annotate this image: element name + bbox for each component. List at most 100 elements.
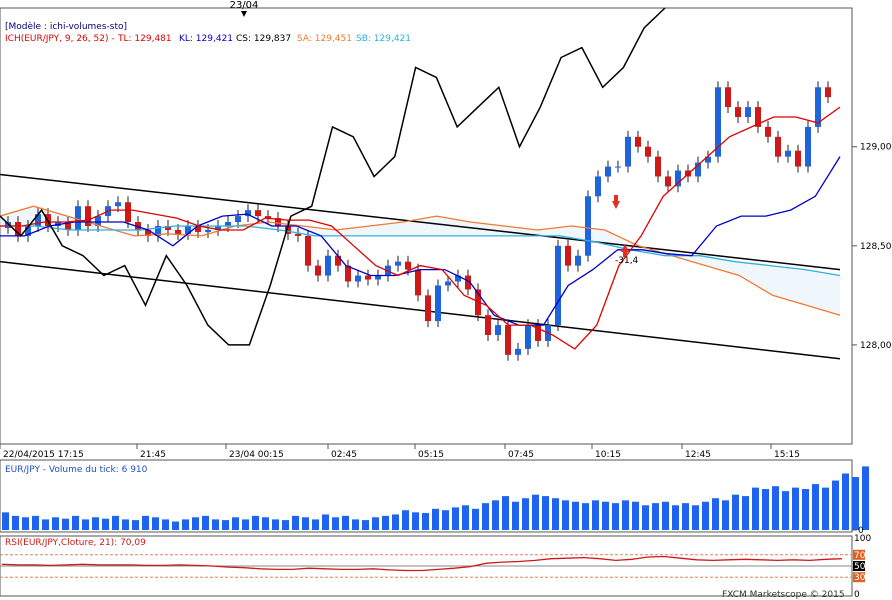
volume-bar [462,505,469,530]
volume-bar [802,489,809,530]
candle-body [775,136,781,157]
rsi-axis-label: 70 [854,551,866,561]
sa-value: SA: 129,451 [297,34,352,44]
candle-body [635,136,641,147]
rsi-axis-label: 100 [854,534,871,544]
volume-bar [832,480,839,530]
volume-bar [532,494,539,530]
candle-body [345,265,351,282]
volume-bar [542,496,549,530]
volume-bar [122,519,129,530]
rsi-axis-label: 30 [854,573,866,583]
model-label: [Modèle : ichi-volumes-sto] [5,21,127,32]
candle-body [125,202,131,223]
candle-body [235,216,241,223]
volume-bar [782,491,789,530]
volume-bar [512,501,519,530]
volume-bar [212,519,219,530]
candle-body [405,261,411,270]
volume-bar [762,489,769,530]
price-axis-label: 129,00 [860,143,892,153]
volume-bar [702,501,709,530]
chart-canvas: 129,00 128,50 128,00 22/04/2015 17:15 21:45 2… [0,0,892,600]
candle-body [485,315,491,335]
volume-bar [52,517,59,530]
candle-body [735,107,741,117]
volume-bar [392,514,399,530]
volume-bar [752,487,759,530]
volume-bar [602,501,609,530]
volume-bar [772,486,779,530]
volume-bar [552,498,559,530]
volume-bar [252,515,259,530]
footer-credit: FXCM Marketscope © 2015 [722,590,845,600]
candle-body [725,87,731,108]
volume-bar [662,501,669,530]
candle-body [585,196,591,256]
time-axis-label: 22/04/2015 17:15 [3,450,84,460]
volume-bar [502,496,509,530]
candle-body [555,245,561,326]
volume-bar [182,519,189,530]
candle-body [665,176,671,187]
candle-body [655,156,661,177]
candle-body [305,235,311,266]
volume-bar [692,505,699,530]
volume-bar [142,515,149,530]
candle-body [745,107,751,117]
volume-bar [522,498,529,530]
volume-bar [582,503,589,530]
time-axis-label: 23/04 00:15 [229,450,284,460]
time-axis-label: 12:45 [685,450,711,460]
candle-body [425,295,431,322]
volume-bar [622,500,629,530]
candle-body [525,325,531,349]
volume-bar [2,512,9,530]
volume-bar [792,487,799,530]
volume-bar [112,515,119,530]
rsi-title: RSI(EUR/JPY,Cloture, 21): 70,09 [5,538,146,548]
volume-bar [152,517,159,530]
volume-bar [562,500,569,530]
volume-bar [132,520,139,530]
volume-bar [302,517,309,530]
volume-bar [812,484,819,530]
candle-body [35,214,41,226]
candle-body [625,136,631,167]
volume-bar [312,519,319,530]
volume-bar [842,473,849,530]
volume-bar [72,515,79,530]
volume-bar [372,517,379,530]
volume-bar [612,503,619,530]
candle-body [565,245,571,266]
rsi-axis-label: 50 [854,562,866,572]
volume-bar [332,517,339,530]
candle-body [335,255,341,266]
volume-bar [642,505,649,530]
volume-bar [472,508,479,530]
volume-bar [852,477,859,530]
signal-annotation: -31,4 [615,256,639,266]
volume-bar [232,517,239,530]
volume-bar [192,517,199,530]
volume-bar [222,520,229,530]
time-axis-label: 15:15 [774,450,800,460]
candle-body [575,255,581,266]
candle-body [365,275,371,280]
volume-bar [102,518,109,530]
time-axis-label: 02:45 [331,450,357,460]
volume-bar [282,520,289,530]
volume-bar [732,494,739,530]
candle-body [355,275,361,282]
volume-bar [32,515,39,530]
price-axis-label: 128,00 [860,341,892,351]
volume-bar [62,518,69,530]
volume-title: EUR/JPY - Volume du tick: 6 910 [5,465,148,475]
candle-body [595,176,601,197]
candle-body [115,202,121,207]
time-axis-label: 21:45 [140,450,166,460]
volume-bar [572,501,579,530]
volume-bar [492,500,499,530]
volume-bar [652,503,659,530]
volume-bar [432,508,439,530]
